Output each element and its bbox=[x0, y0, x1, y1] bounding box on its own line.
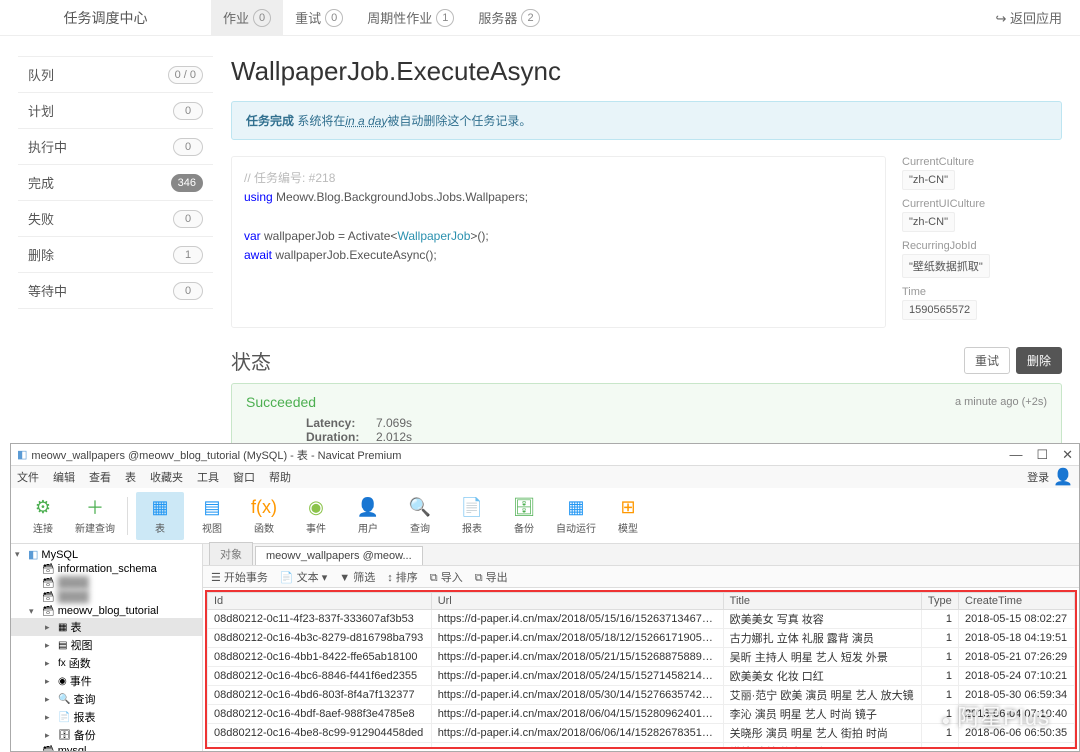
job-code: // 任务编号: #218 using Meowv.Blog.Backgroun… bbox=[231, 156, 886, 328]
grid-toolbar: ☰ 开始事务 📄 文本 ▾ ▼ 筛选 ↕ 排序 ⧉ 导入 ⧉ 导出 bbox=[203, 566, 1079, 588]
top-tab-1[interactable]: 重试0 bbox=[283, 0, 355, 35]
tree-node[interactable]: 🗃mysql bbox=[11, 744, 202, 751]
top-tabs: 作业0重试0周期性作业1服务器2 bbox=[211, 0, 552, 35]
completion-alert: 任务完成 系统将在in a day被自动删除这个任务记录。 bbox=[231, 101, 1062, 140]
tool-自动运行[interactable]: ▦自动运行 bbox=[552, 492, 600, 540]
login-link[interactable]: 登录 bbox=[1027, 469, 1049, 485]
table-row[interactable]: 08d80212-0c16-4be8-8c99-912904458dedhttp… bbox=[208, 724, 1075, 743]
col-header[interactable]: CreateTime bbox=[959, 593, 1075, 610]
table-row[interactable]: 08d80212-0c11-4f23-837f-333607af3b53http… bbox=[208, 610, 1075, 629]
editor-tabs: 对象meowv_wallpapers @meow... bbox=[203, 544, 1079, 566]
col-header[interactable]: Id bbox=[208, 593, 432, 610]
close-icon[interactable]: ✕ bbox=[1062, 447, 1073, 463]
grid-tool[interactable]: ⧉ 导入 bbox=[430, 569, 463, 585]
tree-node[interactable]: ▸🔍查询 bbox=[11, 690, 202, 708]
tool-连接[interactable]: ⚙连接 bbox=[19, 492, 67, 540]
menu-bar: 文件编辑查看表收藏夹工具窗口帮助 登录👤 bbox=[11, 466, 1079, 488]
window-title: meowv_wallpapers @meowv_blog_tutorial (M… bbox=[31, 447, 401, 463]
sidebar-item-1[interactable]: 计划0 bbox=[18, 93, 213, 129]
user-icon[interactable]: 👤 bbox=[1053, 467, 1073, 487]
connection-tree[interactable]: ▾◧MySQL 🗃information_schema🗃████🗃████▾🗃m… bbox=[11, 544, 203, 751]
grid-tool[interactable]: ⧉ 导出 bbox=[475, 569, 508, 585]
job-meta: CurrentCulture"zh-CN"CurrentUICulture"zh… bbox=[902, 156, 1062, 328]
status-time: a minute ago (+2s) bbox=[955, 396, 1047, 408]
tree-root[interactable]: ▾◧MySQL bbox=[11, 547, 202, 562]
tool-视图[interactable]: ▤视图 bbox=[188, 492, 236, 540]
tree-node[interactable]: ▸🗄备份 bbox=[11, 726, 202, 744]
grid-tool[interactable]: ▼ 筛选 bbox=[339, 569, 375, 585]
tool-模型[interactable]: ⊞模型 bbox=[604, 492, 652, 540]
delete-button[interactable]: 删除 bbox=[1016, 347, 1062, 374]
back-to-app-link[interactable]: ↪ 返回应用 bbox=[977, 0, 1080, 35]
tree-node[interactable]: ▸fx函数 bbox=[11, 654, 202, 672]
col-header[interactable]: Url bbox=[431, 593, 723, 610]
menu-查看[interactable]: 查看 bbox=[89, 469, 111, 485]
table-row[interactable]: 08d80212-0c16-4b3c-8279-d816798ba793http… bbox=[208, 629, 1075, 648]
editor-tab[interactable]: meowv_wallpapers @meow... bbox=[255, 546, 423, 565]
sidebar-item-0[interactable]: 队列0 / 0 bbox=[18, 56, 213, 93]
tool-查询[interactable]: 🔍查询 bbox=[396, 492, 444, 540]
sidebar-item-2[interactable]: 执行中0 bbox=[18, 129, 213, 165]
tree-node[interactable]: ▸▤视图 bbox=[11, 636, 202, 654]
tool-表[interactable]: ▦表 bbox=[136, 492, 184, 540]
sidebar-item-4[interactable]: 失败0 bbox=[18, 201, 213, 237]
maximize-icon[interactable]: ☐ bbox=[1036, 447, 1048, 463]
editor-tab[interactable]: 对象 bbox=[209, 542, 253, 565]
sidebar-item-6[interactable]: 等待中0 bbox=[18, 273, 213, 309]
tree-node[interactable]: 🗃information_schema bbox=[11, 562, 202, 576]
db-icon: ◧ bbox=[17, 448, 27, 461]
menu-窗口[interactable]: 窗口 bbox=[233, 469, 255, 485]
tool-报表[interactable]: 📄报表 bbox=[448, 492, 496, 540]
tree-node[interactable]: ▸▦表 bbox=[11, 618, 202, 636]
main-toolbar: ⚙连接＋新建查询 ▦表▤视图f(x)函数◉事件👤用户🔍查询📄报表🗄备份▦自动运行⊞… bbox=[11, 488, 1079, 544]
top-tab-3[interactable]: 服务器2 bbox=[466, 0, 551, 35]
tool-备份[interactable]: 🗄备份 bbox=[500, 492, 548, 540]
table-row[interactable]: 08d80212-0c16-4bf4-8006-55853f02b521http… bbox=[208, 743, 1075, 750]
minimize-icon[interactable]: — bbox=[1009, 447, 1022, 463]
col-header[interactable]: Title bbox=[723, 593, 921, 610]
data-grid[interactable]: IdUrlTitleTypeCreateTime08d80212-0c11-4f… bbox=[205, 590, 1077, 749]
tree-node[interactable]: 🗃████ bbox=[11, 576, 202, 590]
table-row[interactable]: 08d80212-0c16-4bd6-803f-8f4a7f132377http… bbox=[208, 686, 1075, 705]
menu-文件[interactable]: 文件 bbox=[17, 469, 39, 485]
table-row[interactable]: 08d80212-0c16-4bdf-8aef-988f3e4785e8http… bbox=[208, 705, 1075, 724]
menu-表[interactable]: 表 bbox=[125, 469, 136, 485]
queue-sidebar: 队列0 / 0计划0执行中0完成346失败0删除1等待中0 bbox=[18, 56, 213, 455]
grid-tool[interactable]: ↕ 排序 bbox=[387, 569, 418, 585]
app-brand: 任务调度中心 bbox=[0, 0, 211, 36]
status-succeeded-label: Succeeded bbox=[246, 394, 316, 410]
menu-收藏夹[interactable]: 收藏夹 bbox=[150, 469, 183, 485]
table-row[interactable]: 08d80212-0c16-4bb1-8422-ffe65ab18100http… bbox=[208, 648, 1075, 667]
retry-button[interactable]: 重试 bbox=[964, 347, 1010, 374]
sidebar-item-3[interactable]: 完成346 bbox=[18, 165, 213, 201]
top-tab-0[interactable]: 作业0 bbox=[211, 0, 283, 35]
tool-新建查询[interactable]: ＋新建查询 bbox=[71, 492, 119, 540]
sidebar-item-5[interactable]: 删除1 bbox=[18, 237, 213, 273]
status-heading: 状态 bbox=[231, 346, 271, 375]
table-row[interactable]: 08d80212-0c16-4bc6-8846-f441f6ed2355http… bbox=[208, 667, 1075, 686]
tree-node[interactable]: ▸📄报表 bbox=[11, 708, 202, 726]
grid-tool[interactable]: 📄 文本 ▾ bbox=[280, 569, 327, 585]
menu-工具[interactable]: 工具 bbox=[197, 469, 219, 485]
navicat-window: ◧ meowv_wallpapers @meowv_blog_tutorial … bbox=[10, 443, 1080, 752]
menu-编辑[interactable]: 编辑 bbox=[53, 469, 75, 485]
tree-node[interactable]: ▸◉事件 bbox=[11, 672, 202, 690]
page-title: WallpaperJob.ExecuteAsync bbox=[231, 56, 1062, 87]
tool-用户[interactable]: 👤用户 bbox=[344, 492, 392, 540]
grid-tool[interactable]: ☰ 开始事务 bbox=[211, 569, 268, 585]
tree-node[interactable]: 🗃████ bbox=[11, 590, 202, 604]
top-tab-2[interactable]: 周期性作业1 bbox=[355, 0, 466, 35]
tool-事件[interactable]: ◉事件 bbox=[292, 492, 340, 540]
menu-帮助[interactable]: 帮助 bbox=[269, 469, 291, 485]
tree-node[interactable]: ▾🗃meowv_blog_tutorial bbox=[11, 604, 202, 618]
tool-函数[interactable]: f(x)函数 bbox=[240, 492, 288, 540]
col-header[interactable]: Type bbox=[921, 593, 958, 610]
